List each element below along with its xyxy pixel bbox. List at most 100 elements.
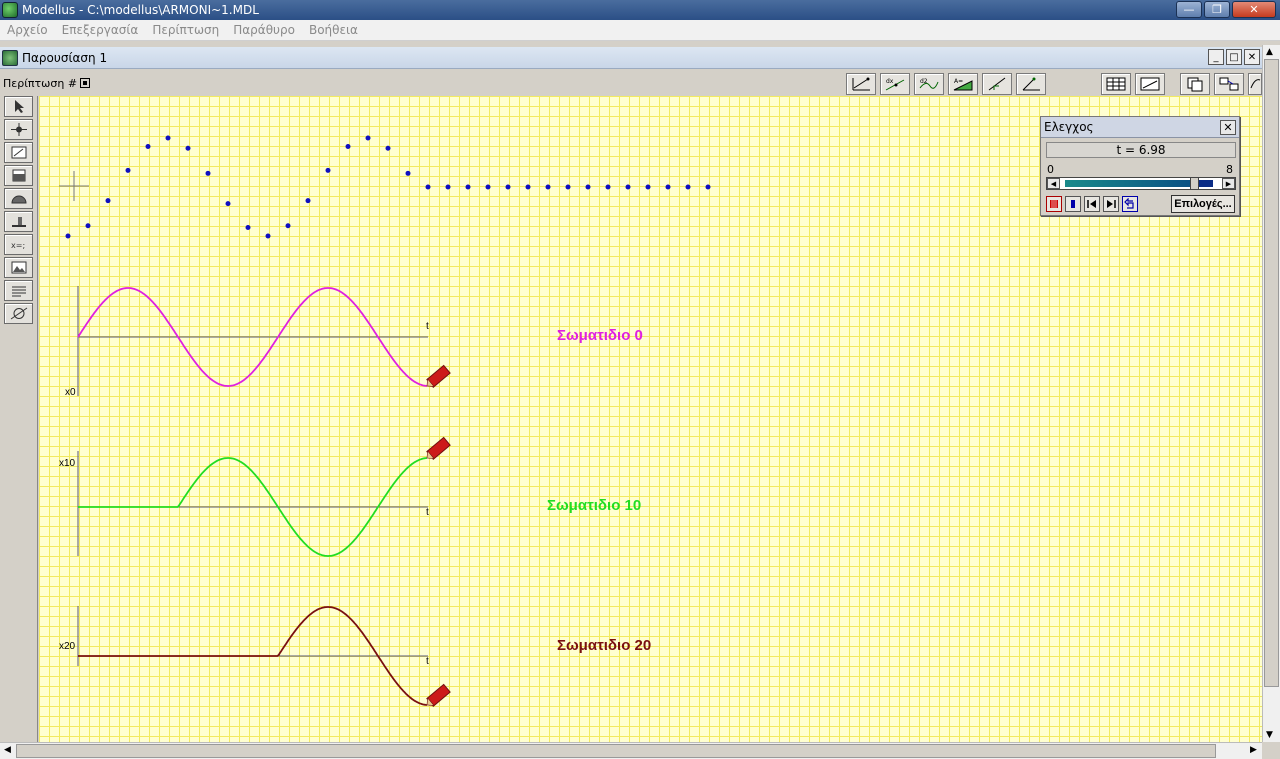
- meter-tool[interactable]: [4, 188, 33, 209]
- control-panel: Ελεγχος ✕ t = 6.98 0 8 ◀ ▶ Επιλογές...: [1040, 116, 1240, 216]
- menu-edit[interactable]: Επεξεργασία: [55, 23, 146, 37]
- equation-tool[interactable]: x=;: [4, 234, 33, 255]
- equation-icon: x=;: [11, 241, 25, 250]
- options-button[interactable]: Επιλογές...: [1171, 195, 1235, 213]
- vertical-scrollbar[interactable]: ▲ ▼: [1262, 45, 1280, 742]
- graph-dx-button[interactable]: dx: [880, 73, 910, 95]
- rewind-button[interactable]: [1084, 196, 1100, 212]
- menu-case[interactable]: Περίπτωση: [145, 23, 226, 37]
- horizontal-scrollbar[interactable]: ◀ ▶: [0, 742, 1262, 759]
- graph-window-icon: [1140, 77, 1160, 91]
- particle-dot: [545, 184, 551, 190]
- meter-icon: [10, 195, 27, 204]
- copy-button[interactable]: [1180, 73, 1210, 95]
- graph-slope-button[interactable]: [982, 73, 1012, 95]
- time-display: t = 6.98: [1046, 142, 1236, 158]
- table-button[interactable]: [1101, 73, 1131, 95]
- scroll-up-icon[interactable]: ▲: [1266, 47, 1273, 57]
- particle-dot: [65, 233, 71, 239]
- graph-d2x-icon: d2: [919, 78, 939, 89]
- vertical-scroll-thumb[interactable]: [1264, 59, 1279, 687]
- minimize-button[interactable]: —: [1176, 1, 1202, 18]
- stop-icon: [1071, 200, 1075, 208]
- particle-dot: [385, 145, 391, 151]
- image-tool[interactable]: [4, 257, 33, 278]
- slider-right-arrow-icon[interactable]: ▶: [1222, 178, 1235, 189]
- bar-icon: [12, 169, 25, 182]
- slider-fill: [1065, 180, 1195, 187]
- particle-dot: [485, 184, 491, 190]
- time-slider[interactable]: ◀ ▶: [1046, 177, 1236, 190]
- particle-dot: [445, 184, 451, 190]
- scroll-right-icon[interactable]: ▶: [1250, 745, 1257, 755]
- particle-label-10: Σωματιδιο 10: [547, 497, 642, 514]
- close-button[interactable]: ✕: [1232, 1, 1276, 18]
- child-maximize-button[interactable]: □: [1226, 49, 1242, 65]
- graph-x10-axis-label: x10: [59, 458, 76, 469]
- particle-dot: [345, 143, 351, 149]
- menu-help[interactable]: Βοήθεια: [302, 23, 365, 37]
- horizontal-scroll-thumb[interactable]: [16, 744, 1216, 758]
- particle-dot: [265, 233, 271, 239]
- app-icon: [2, 2, 18, 18]
- graph-dx-icon: dx: [885, 78, 905, 91]
- particle-dot: [225, 201, 231, 207]
- graph-window-button[interactable]: [1135, 73, 1165, 95]
- stop-button[interactable]: [1065, 196, 1081, 212]
- control-panel-title-bar[interactable]: Ελεγχος ✕: [1041, 117, 1239, 138]
- graph-d2x-button[interactable]: d2: [914, 73, 944, 95]
- particle-dot: [465, 184, 471, 190]
- graph-x20-axis-label: x20: [59, 641, 76, 652]
- graph-area-button[interactable]: A=: [948, 73, 978, 95]
- graph-angle-button[interactable]: [1016, 73, 1046, 95]
- scroll-down-icon[interactable]: ▼: [1266, 730, 1273, 740]
- graph-x20-t-label: t: [426, 656, 429, 667]
- bar-tool[interactable]: [4, 165, 33, 186]
- particle-dot: [705, 184, 711, 190]
- graph-area-icon: A=: [953, 78, 973, 91]
- pencil-icon: [426, 364, 451, 388]
- graph-angle-icon: [1022, 77, 1040, 91]
- replay-icon: [1124, 198, 1134, 209]
- record-button[interactable]: [1046, 196, 1062, 212]
- particle-dot: [145, 143, 151, 149]
- particle-dot: [325, 167, 331, 173]
- particle-dot: [605, 184, 611, 190]
- particle-tool[interactable]: [4, 119, 33, 140]
- graph-x0-axis-label: x0: [65, 387, 76, 398]
- menu-bar: Αρχείο Επεξεργασία Περίπτωση Παράθυρο Βο…: [0, 20, 1280, 41]
- graph-slope-icon: [988, 77, 1006, 91]
- case-selector[interactable]: [80, 78, 91, 88]
- replay-button[interactable]: [1122, 196, 1138, 212]
- slider-thumb[interactable]: [1190, 177, 1200, 190]
- vector-tool[interactable]: [4, 142, 33, 163]
- child-minimize-button[interactable]: _: [1208, 49, 1224, 65]
- slider-tool[interactable]: [4, 211, 33, 232]
- maximize-button[interactable]: ❐: [1204, 1, 1230, 18]
- particle-dot: [85, 223, 91, 229]
- step-forward-icon: [1107, 200, 1116, 208]
- pointer-tool[interactable]: [4, 96, 33, 117]
- control-panel-title: Ελεγχος: [1044, 120, 1094, 134]
- animation-canvas[interactable]: x0 t Σωματιδιο 0 x10 t Σωματιδιο 10 x20 …: [39, 96, 1262, 742]
- tool-palette: x=;: [0, 96, 38, 742]
- particle-dot: [585, 184, 591, 190]
- svg-text:dx: dx: [886, 78, 894, 85]
- step-forward-button[interactable]: [1103, 196, 1119, 212]
- extra-button[interactable]: [1248, 73, 1262, 95]
- measure-tool[interactable]: [4, 303, 33, 324]
- text-tool[interactable]: [4, 280, 33, 301]
- particle-dot: [185, 145, 191, 151]
- particle-label-20: Σωματιδιο 20: [557, 637, 652, 654]
- scroll-left-icon[interactable]: ◀: [4, 745, 11, 755]
- menu-file[interactable]: Αρχείο: [0, 23, 55, 37]
- slider-left-arrow-icon[interactable]: ◀: [1047, 178, 1060, 189]
- case-label: Περίπτωση #: [3, 76, 78, 90]
- menu-window[interactable]: Παράθυρο: [226, 23, 302, 37]
- arrange-button[interactable]: [1214, 73, 1244, 95]
- graph-xy-button[interactable]: [846, 73, 876, 95]
- control-panel-close-button[interactable]: ✕: [1220, 120, 1236, 135]
- child-close-button[interactable]: ✕: [1244, 49, 1260, 65]
- particle-dot: [205, 170, 211, 176]
- copy-icon: [1187, 77, 1203, 92]
